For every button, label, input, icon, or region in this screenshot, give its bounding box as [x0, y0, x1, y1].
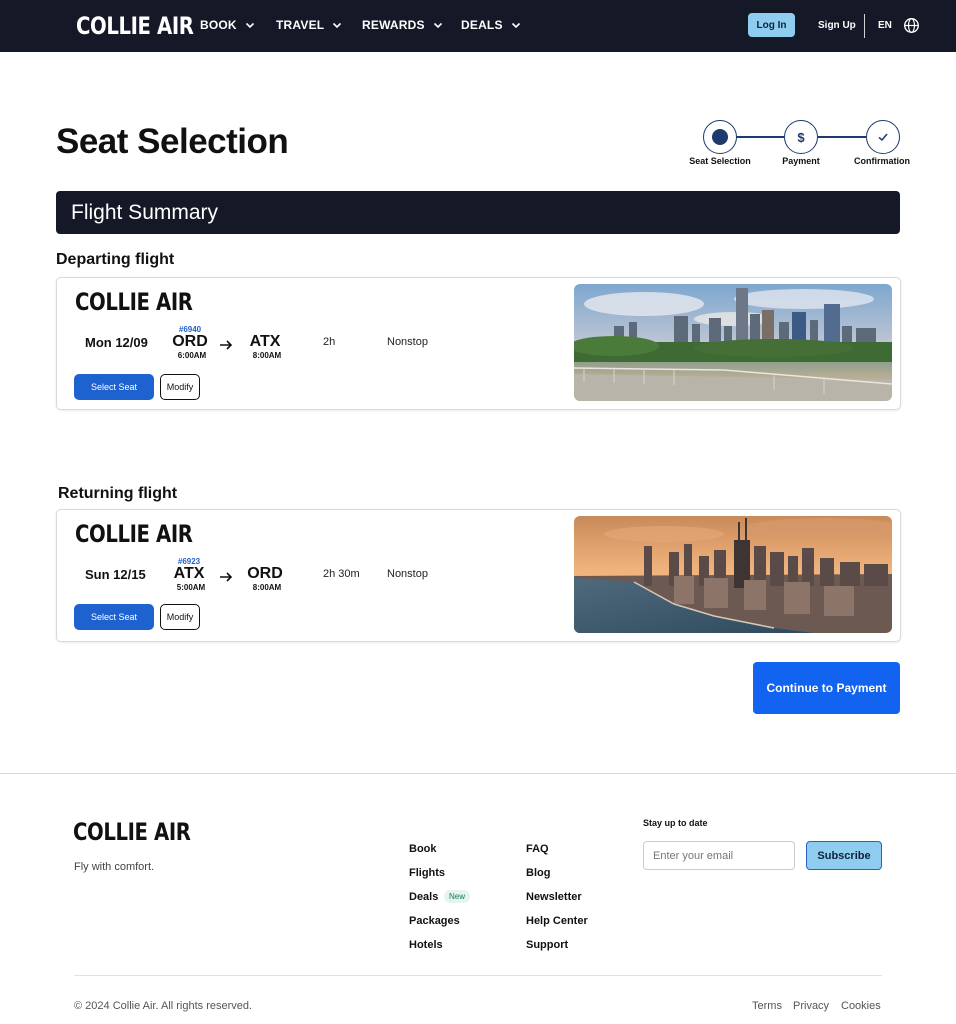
departing-flight-heading: Departing flight	[56, 251, 175, 268]
step-label: Payment	[782, 156, 820, 166]
departing-flight-card: COLLIE AIR Mon 12/09 #6940 ORD 6:00AM AT…	[56, 277, 901, 410]
footer-link-deals[interactable]: Deals	[409, 891, 438, 903]
returning-flight-card: COLLIE AIR Sun 12/15 #6923 ATX 5:00AM OR…	[56, 509, 901, 642]
step-seat-selection	[703, 120, 737, 154]
cookies-link[interactable]: Cookies	[841, 1000, 881, 1012]
flight-date: Sun 12/15	[85, 567, 146, 582]
flight-date: Mon 12/09	[85, 335, 148, 350]
header-divider	[864, 14, 865, 38]
arrival-time: 8:00AM	[252, 583, 282, 592]
austin-skyline-image	[574, 284, 892, 401]
step-label: Confirmation	[854, 156, 910, 166]
chevron-down-icon	[511, 22, 520, 29]
newsletter-heading: Stay up to date	[643, 818, 708, 828]
modify-button[interactable]: Modify	[160, 374, 200, 400]
dollar-icon: $	[797, 129, 805, 145]
step-confirmation	[866, 120, 900, 154]
subscribe-button[interactable]: Subscribe	[806, 841, 882, 870]
flight-duration: 2h	[323, 336, 336, 348]
chevron-down-icon	[333, 22, 342, 29]
copyright-text: © 2024 Collie Air. All rights reserved.	[74, 1000, 253, 1012]
footer: COLLIE AIR Fly with comfort. Book Flight…	[0, 773, 956, 1024]
returning-flight-heading: Returning flight	[58, 485, 178, 502]
stepper-connector	[736, 136, 784, 138]
checkmark-icon	[878, 133, 888, 142]
nav-rewards-label: REWARDS	[362, 18, 425, 32]
arrow-right-icon	[220, 572, 233, 582]
globe-icon[interactable]	[903, 17, 920, 34]
step-label: Seat Selection	[689, 156, 751, 166]
footer-tagline: Fly with comfort.	[74, 861, 155, 873]
brand-logo[interactable]: COLLIE AIR	[76, 12, 194, 40]
new-badge: New	[444, 890, 471, 903]
departure-time: 6:00AM	[177, 351, 207, 360]
step-payment: $	[784, 120, 818, 154]
chevron-down-icon	[245, 22, 254, 29]
modify-button[interactable]: Modify	[160, 604, 200, 630]
page-title: Seat Selection	[56, 122, 289, 161]
destination-code: ORD	[247, 565, 283, 582]
terms-link[interactable]: Terms	[752, 1000, 782, 1012]
origin-code: ATX	[173, 565, 205, 582]
nav-travel-label: TRAVEL	[276, 18, 325, 32]
chevron-down-icon	[433, 22, 442, 29]
destination-code: ATX	[249, 333, 281, 350]
footer-link-support[interactable]: Support	[526, 939, 568, 951]
flight-stops: Nonstop	[387, 336, 428, 348]
language-selector[interactable]: EN	[878, 20, 892, 31]
nav-deals[interactable]: DEALS	[461, 18, 521, 32]
arrow-right-icon	[220, 340, 233, 350]
footer-link-hotels[interactable]: Hotels	[409, 939, 443, 951]
footer-link-help-center[interactable]: Help Center	[526, 915, 588, 927]
departure-time: 5:00AM	[176, 583, 206, 592]
footer-link-faq[interactable]: FAQ	[526, 843, 549, 855]
footer-link-flights[interactable]: Flights	[409, 867, 445, 879]
nav-travel[interactable]: TRAVEL	[276, 18, 342, 32]
email-input[interactable]	[643, 841, 795, 870]
nav-rewards[interactable]: REWARDS	[362, 18, 443, 32]
origin-code: ORD	[172, 333, 208, 350]
footer-link-newsletter[interactable]: Newsletter	[526, 891, 582, 903]
top-nav-bar: COLLIE AIR BOOK TRAVEL REWARDS DEALS Log…	[0, 0, 956, 52]
airline-logo: COLLIE AIR	[75, 520, 193, 548]
chicago-skyline-image	[574, 516, 892, 633]
nav-deals-label: DEALS	[461, 18, 503, 32]
stepper-connector	[818, 136, 866, 138]
continue-to-payment-button[interactable]: Continue to Payment	[753, 662, 900, 714]
nav-book[interactable]: BOOK	[200, 18, 255, 32]
login-button[interactable]: Log In	[748, 13, 795, 37]
airline-logo: COLLIE AIR	[75, 288, 193, 316]
footer-link-blog[interactable]: Blog	[526, 867, 550, 879]
flight-duration: 2h 30m	[323, 568, 360, 580]
flight-summary-header: Flight Summary	[56, 191, 900, 234]
signup-link[interactable]: Sign Up	[818, 20, 856, 31]
footer-link-book[interactable]: Book	[409, 843, 437, 855]
arrival-time: 8:00AM	[252, 351, 282, 360]
footer-logo[interactable]: COLLIE AIR	[73, 818, 191, 846]
flight-stops: Nonstop	[387, 568, 428, 580]
select-seat-button[interactable]: Select Seat	[74, 604, 154, 630]
nav-book-label: BOOK	[200, 18, 237, 32]
select-seat-button[interactable]: Select Seat	[74, 374, 154, 400]
footer-link-packages[interactable]: Packages	[409, 915, 460, 927]
current-step-dot	[712, 129, 728, 145]
privacy-link[interactable]: Privacy	[793, 1000, 829, 1012]
footer-divider	[74, 975, 882, 976]
